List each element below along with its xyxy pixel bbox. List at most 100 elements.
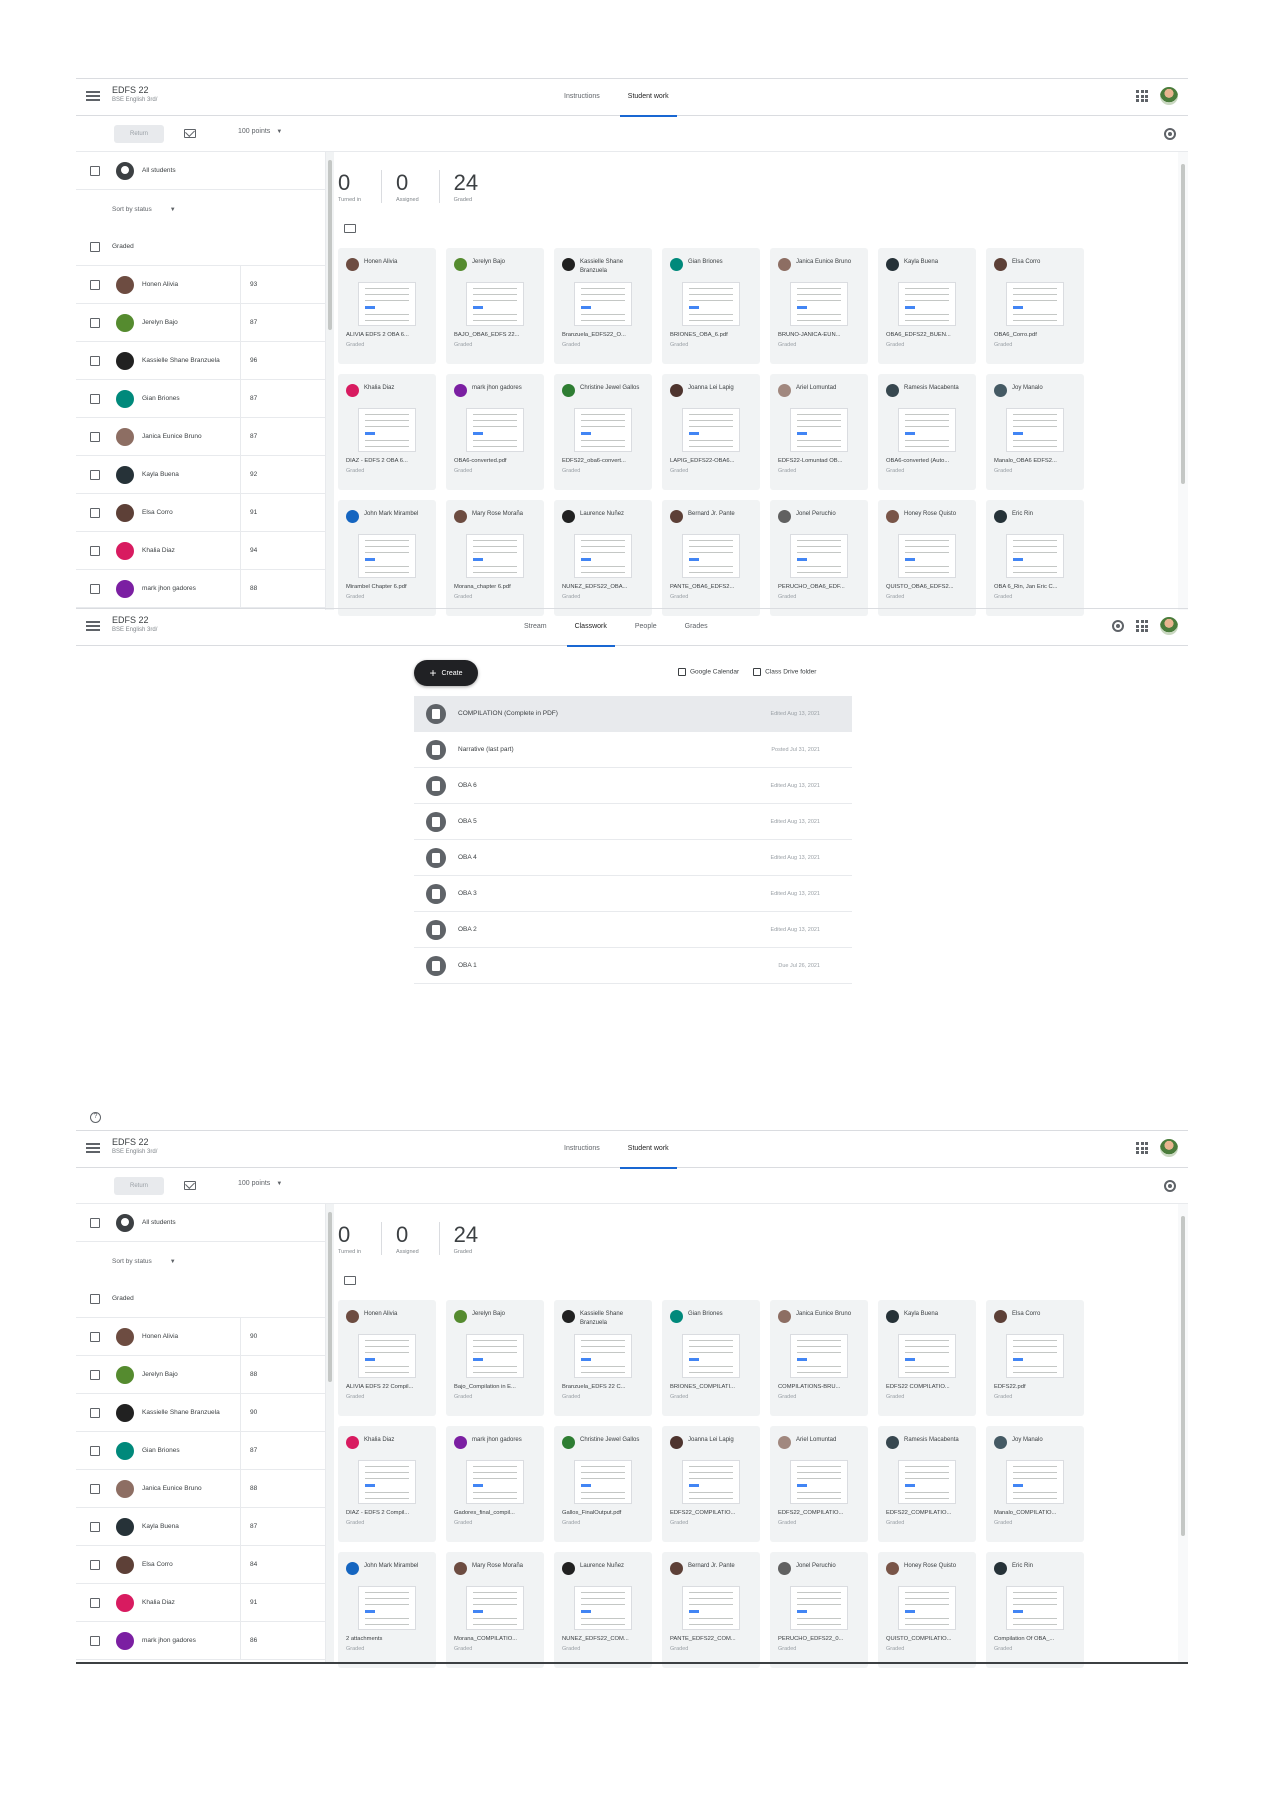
apps-grid-icon[interactable] (1136, 90, 1148, 102)
account-avatar[interactable] (1160, 1139, 1178, 1157)
student-row[interactable]: Gian Briones 87 (76, 380, 326, 418)
tab-people[interactable]: People (621, 609, 671, 647)
select-all-checkbox[interactable] (90, 1217, 100, 1228)
document-thumbnail[interactable] (682, 408, 740, 452)
submission-card[interactable]: Mary Rose Moraña Morana_chapter 6.pdf Grad… (446, 500, 544, 616)
submission-card[interactable]: Ramesis Macabenta OBA6-converted (Auto...… (878, 374, 976, 490)
student-checkbox[interactable] (90, 1559, 100, 1570)
document-thumbnail[interactable] (574, 408, 632, 452)
menu-icon[interactable] (86, 91, 100, 101)
document-thumbnail[interactable] (682, 1334, 740, 1378)
student-row[interactable]: Jerelyn Bajo 87 (76, 304, 326, 342)
submission-card[interactable]: Joanna Lei Lapig EDFS22_COMPILATIO... Grad… (662, 1426, 760, 1542)
assignment-item[interactable]: OBA 6 Edited Aug 13, 2021 (414, 768, 852, 804)
student-checkbox[interactable] (90, 355, 100, 366)
email-icon[interactable] (184, 1181, 196, 1190)
document-thumbnail[interactable] (1006, 1586, 1064, 1630)
tab-instructions[interactable]: Instructions (550, 1131, 614, 1169)
document-thumbnail[interactable] (358, 1460, 416, 1504)
submission-card[interactable]: mark jhon gadores OBA6-converted.pdf Grade… (446, 374, 544, 490)
all-students-row[interactable]: All students (76, 152, 326, 190)
student-grade[interactable]: 91 (250, 1599, 257, 1606)
student-checkbox[interactable] (90, 317, 100, 328)
document-thumbnail[interactable] (790, 282, 848, 326)
class-title[interactable]: EDFS 22 (112, 1137, 149, 1147)
submission-card[interactable]: Laurence Nuñez NUNEZ_EDFS22_OBA... Graded (554, 500, 652, 616)
document-thumbnail[interactable] (466, 1460, 524, 1504)
all-students-row[interactable]: All students (76, 1204, 326, 1242)
tab-student-work[interactable]: Student work (614, 79, 683, 117)
select-all-checkbox[interactable] (90, 165, 100, 176)
student-checkbox[interactable] (90, 1597, 100, 1608)
student-row[interactable]: Janica Eunice Bruno 87 (76, 418, 326, 456)
submission-card[interactable]: Janica Eunice Bruno COMPILATIONS-BRU... Gr… (770, 1300, 868, 1416)
document-thumbnail[interactable] (790, 1586, 848, 1630)
document-thumbnail[interactable] (574, 1334, 632, 1378)
document-thumbnail[interactable] (358, 282, 416, 326)
submission-card[interactable]: Ariel Lomuntad EDFS22_COMPILATIO... Graded (770, 1426, 868, 1542)
submission-card[interactable]: Elsa Corro EDFS22.pdf Graded (986, 1300, 1084, 1416)
student-row[interactable]: Elsa Corro 91 (76, 494, 326, 532)
submission-card[interactable]: Jerelyn Bajo Bajo_Compilation in E... Grad… (446, 1300, 544, 1416)
submission-card[interactable]: Khalia Diaz DIAZ - EDFS 2 Compil... Graded (338, 1426, 436, 1542)
document-thumbnail[interactable] (466, 282, 524, 326)
student-checkbox[interactable] (90, 1521, 100, 1532)
document-thumbnail[interactable] (466, 408, 524, 452)
graded-group-checkbox[interactable] (90, 241, 100, 252)
folder-icon[interactable] (344, 1276, 356, 1285)
student-grade[interactable]: 88 (250, 585, 257, 592)
sort-dropdown[interactable]: Sort by status ▼ (112, 1258, 176, 1265)
student-row[interactable]: Jerelyn Bajo 88 (76, 1356, 326, 1394)
submission-card[interactable]: Kassielle Shane Branzuela Branzuela_EDFS2… (554, 248, 652, 364)
submission-card[interactable]: Eric Rin Compilation Of OBA_... Graded (986, 1552, 1084, 1668)
apps-grid-icon[interactable] (1136, 1142, 1148, 1154)
document-thumbnail[interactable] (898, 282, 956, 326)
submission-card[interactable]: Ariel Lomuntad EDFS22-Lomuntad OB... Grade… (770, 374, 868, 490)
document-thumbnail[interactable] (898, 408, 956, 452)
apps-grid-icon[interactable] (1136, 620, 1148, 632)
student-row[interactable]: Khalia Diaz 94 (76, 532, 326, 570)
submission-card[interactable]: Ramesis Macabenta EDFS22_COMPILATIO... Gra… (878, 1426, 976, 1542)
email-icon[interactable] (184, 129, 196, 138)
student-grade[interactable]: 87 (250, 433, 257, 440)
document-thumbnail[interactable] (790, 1334, 848, 1378)
student-checkbox[interactable] (90, 545, 100, 556)
student-row[interactable]: Elsa Corro 84 (76, 1546, 326, 1584)
menu-icon[interactable] (86, 1143, 100, 1153)
student-checkbox[interactable] (90, 583, 100, 594)
document-thumbnail[interactable] (1006, 1460, 1064, 1504)
google-calendar-link[interactable]: Google Calendar (678, 668, 739, 676)
student-checkbox[interactable] (90, 1635, 100, 1646)
document-thumbnail[interactable] (1006, 1334, 1064, 1378)
document-thumbnail[interactable] (898, 1460, 956, 1504)
folder-icon[interactable] (344, 224, 356, 233)
submission-card[interactable]: Joy Manalo Manalo_COMPILATIO... Graded (986, 1426, 1084, 1542)
submission-card[interactable]: Joy Manalo Manalo_OBA6 EDFS2... Graded (986, 374, 1084, 490)
sort-dropdown[interactable]: Sort by status ▼ (112, 206, 176, 213)
return-button[interactable]: Return (114, 1177, 164, 1195)
student-row[interactable]: Kassielle Shane Branzuela 90 (76, 1394, 326, 1432)
class-drive-folder-link[interactable]: Class Drive folder (753, 668, 816, 676)
assignment-item[interactable]: COMPILATION (Complete in PDF) Edited Aug … (414, 696, 852, 732)
student-grade[interactable]: 88 (250, 1485, 257, 1492)
document-thumbnail[interactable] (682, 1586, 740, 1630)
student-checkbox[interactable] (90, 1369, 100, 1380)
student-checkbox[interactable] (90, 1407, 100, 1418)
student-checkbox[interactable] (90, 469, 100, 480)
submission-card[interactable]: Kassielle Shane Branzuela Branzuela_EDFS … (554, 1300, 652, 1416)
student-grade[interactable]: 87 (250, 319, 257, 326)
class-title[interactable]: EDFS 22 (112, 615, 149, 625)
student-grade[interactable]: 88 (250, 1371, 257, 1378)
submission-card[interactable]: Gian Briones BRIONES_OBA_6.pdf Graded (662, 248, 760, 364)
submission-card[interactable]: Christine Jewel Gallos Gallos_FinalOutput… (554, 1426, 652, 1542)
submission-card[interactable]: Laurence Nuñez NUNEZ_EDFS22_COM... Graded (554, 1552, 652, 1668)
assignment-item[interactable]: OBA 3 Edited Aug 13, 2021 (414, 876, 852, 912)
student-grade[interactable]: 90 (250, 1409, 257, 1416)
document-thumbnail[interactable] (1006, 282, 1064, 326)
student-row[interactable]: Khalia Diaz 91 (76, 1584, 326, 1622)
submission-card[interactable]: Elsa Corro OBA6_Corro.pdf Graded (986, 248, 1084, 364)
student-checkbox[interactable] (90, 1331, 100, 1342)
document-thumbnail[interactable] (574, 534, 632, 578)
tab-classwork[interactable]: Classwork (561, 609, 621, 647)
settings-icon[interactable] (1112, 620, 1124, 632)
